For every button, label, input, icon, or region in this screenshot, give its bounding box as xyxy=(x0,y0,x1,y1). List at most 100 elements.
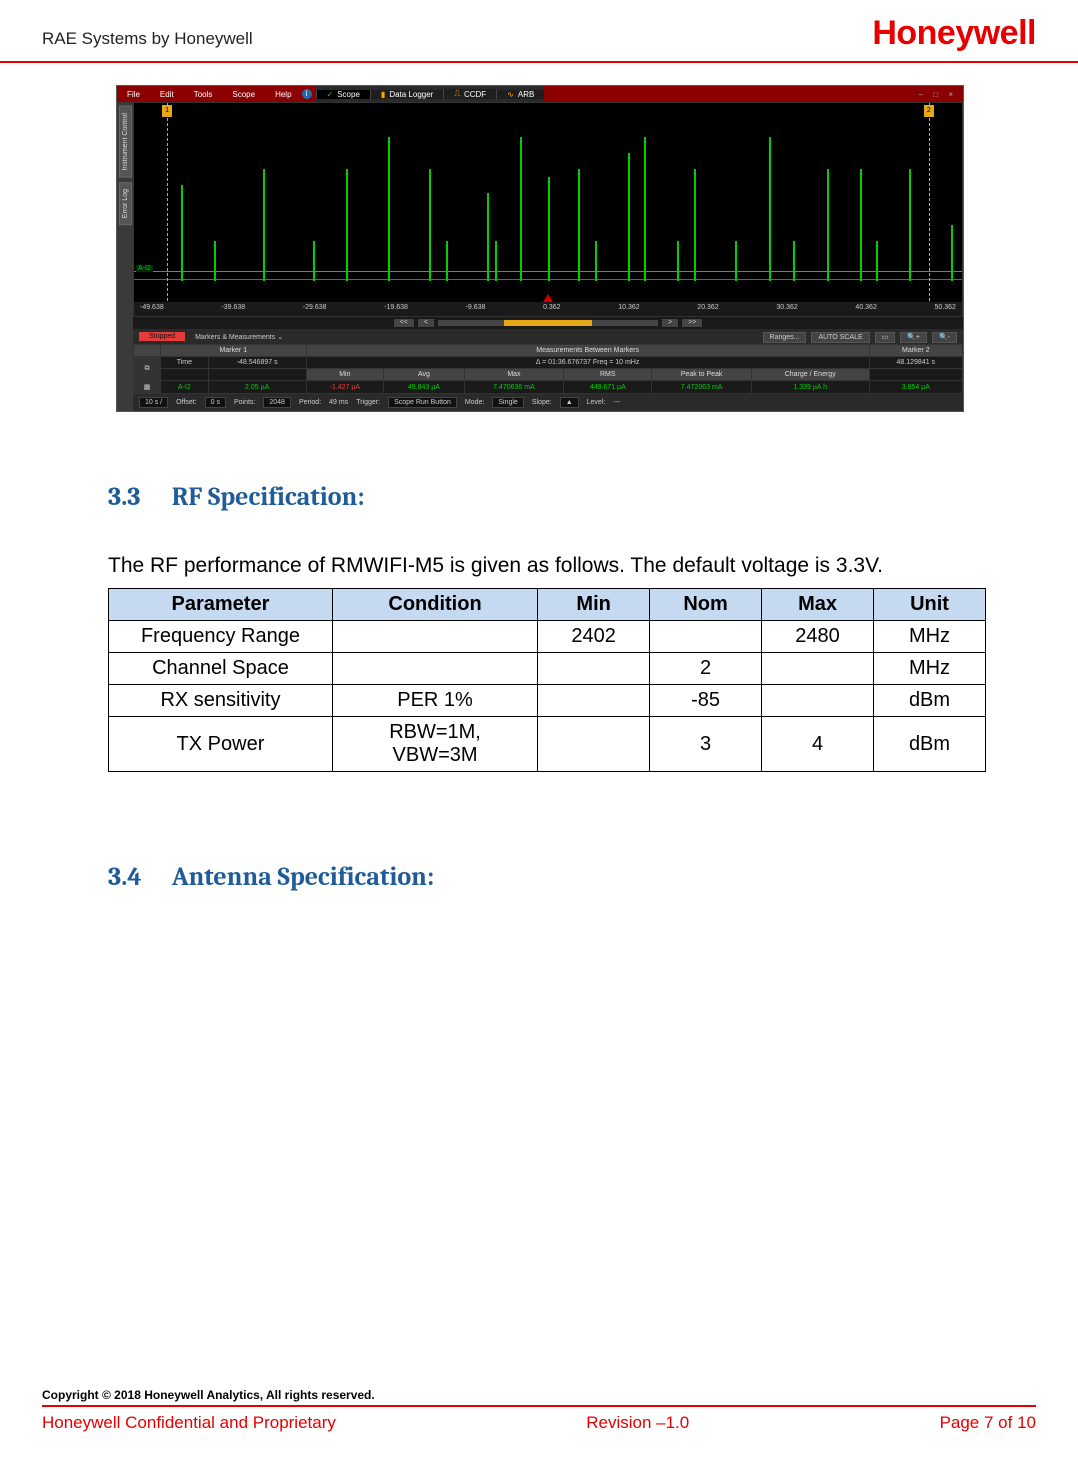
table-row: Frequency Range24022480MHz xyxy=(109,621,986,653)
transport-forward[interactable]: >> xyxy=(682,319,702,327)
zoom-in-icon[interactable]: 🔍+ xyxy=(900,332,927,343)
zoom-out-icon[interactable]: 🔍- xyxy=(932,332,957,343)
header-left-text: RAE Systems by Honeywell xyxy=(42,29,253,53)
rf-cell-unit: MHz xyxy=(874,621,986,653)
ch-avg: 49.843 µA xyxy=(384,381,465,394)
x-tick: 30.362 xyxy=(776,304,797,314)
ranges-button[interactable]: Ranges... xyxy=(763,332,807,343)
trace-burst xyxy=(876,241,878,281)
trace-burst xyxy=(578,169,580,281)
rf-cell-max: 4 xyxy=(762,717,874,772)
transport-rewind[interactable]: << xyxy=(394,319,414,327)
window-controls[interactable]: – □ × xyxy=(913,90,963,99)
scope-screenshot: File Edit Tools Scope Help i ✓Scope ▮Dat… xyxy=(116,85,962,412)
ch-rms: 449.671 µA xyxy=(564,381,652,394)
trace-burst xyxy=(793,241,795,281)
fit-icon[interactable]: ▭ xyxy=(875,332,896,343)
section-3-3-body: The RF performance of RMWIFI-M5 is given… xyxy=(108,552,986,580)
rf-cell-unit: dBm xyxy=(874,685,986,717)
trace-burst xyxy=(827,169,829,281)
rf-cell-nom: 3 xyxy=(650,717,762,772)
menu-file[interactable]: File xyxy=(117,90,150,99)
trace-burst xyxy=(263,169,265,281)
menu-edit[interactable]: Edit xyxy=(150,90,184,99)
transport-track[interactable] xyxy=(438,320,658,326)
rf-hdr-parameter: Parameter xyxy=(109,589,333,621)
rf-hdr-condition: Condition xyxy=(332,589,537,621)
side-tab-error-log[interactable]: Error Log xyxy=(119,182,132,225)
transport-step-back[interactable]: < xyxy=(418,319,434,327)
rf-cell-param: RX sensitivity xyxy=(109,685,333,717)
footer-center: Revision –1.0 xyxy=(586,1413,689,1433)
rf-cell-cond: RBW=1M,VBW=3M xyxy=(332,717,537,772)
trace-burst xyxy=(644,137,646,281)
trace-burst xyxy=(769,137,771,281)
page-header: RAE Systems by Honeywell Honeywell xyxy=(0,0,1078,63)
trace-burst xyxy=(548,177,550,281)
trace-burst xyxy=(487,193,489,281)
x-tick: 50.362 xyxy=(934,304,955,314)
slope-field[interactable]: ▲ xyxy=(560,397,579,408)
transport-step-fwd[interactable]: > xyxy=(662,319,678,327)
side-tab-instrument-control[interactable]: Instrument Control xyxy=(119,106,132,178)
timescale-field[interactable]: 10 s / xyxy=(139,397,168,408)
cursor-2-flag[interactable]: 2 xyxy=(924,105,934,117)
section-3-3-title: RF Specification: xyxy=(172,482,365,512)
trace-burst xyxy=(446,241,448,281)
hdr-marker2: Marker 2 xyxy=(869,345,962,357)
honeywell-logo: Honeywell xyxy=(872,14,1036,52)
trace-burst xyxy=(429,169,431,281)
trace-burst xyxy=(181,185,183,281)
menu-tools[interactable]: Tools xyxy=(184,90,223,99)
tab-scope[interactable]: ✓Scope xyxy=(316,90,370,99)
trigger-field[interactable]: Scope Run Button xyxy=(388,397,457,408)
tab-ccdf-label: CCDF xyxy=(464,90,486,99)
rf-cell-max xyxy=(762,685,874,717)
trace-burst xyxy=(694,169,696,281)
markers-measurements-label[interactable]: Markers & Measurements ⌄ xyxy=(195,333,283,341)
table-row: RX sensitivityPER 1%-85dBm xyxy=(109,685,986,717)
trace-burst xyxy=(860,169,862,281)
info-icon[interactable]: i xyxy=(302,89,312,99)
points-field[interactable]: 2048 xyxy=(263,397,291,408)
rf-cell-param: TX Power xyxy=(109,717,333,772)
tab-arb-label: ARB xyxy=(518,90,534,99)
x-tick: 40.362 xyxy=(855,304,876,314)
trace-burst xyxy=(909,169,911,281)
footer-left: Honeywell Confidential and Proprietary xyxy=(42,1413,336,1433)
brand-logo: Honeywell xyxy=(872,14,1036,53)
rf-cell-max: 2480 xyxy=(762,621,874,653)
cursor-1-flag[interactable]: 1 xyxy=(162,105,172,117)
section-3-4-title: Antenna Specification: xyxy=(172,862,434,892)
offset-field[interactable]: 0 s xyxy=(205,397,226,408)
marker-handle-icon[interactable]: ▦ xyxy=(144,384,151,391)
footer-right: Page 7 of 10 xyxy=(940,1413,1036,1433)
ch-m1: 2.05 µA xyxy=(208,381,306,394)
trace-burst xyxy=(388,137,390,281)
x-tick: 10.362 xyxy=(618,304,639,314)
scope-plot[interactable]: A-I2 1 2 -49.638-39.638-29.638-19.638-9.… xyxy=(133,102,963,317)
page-footer: Copyright © 2018 Honeywell Analytics, Al… xyxy=(42,1388,1036,1433)
trigger-marker-icon xyxy=(543,294,553,302)
tab-arb[interactable]: ∿ARB xyxy=(496,90,544,99)
rf-cell-nom xyxy=(650,621,762,653)
tab-data-logger[interactable]: ▮Data Logger xyxy=(370,90,443,99)
x-tick: -39.638 xyxy=(221,304,245,314)
rf-cell-unit: MHz xyxy=(874,653,986,685)
scope-menubar: File Edit Tools Scope Help i ✓Scope ▮Dat… xyxy=(117,86,963,102)
copyright-text: Copyright © 2018 Honeywell Analytics, Al… xyxy=(42,1388,1036,1407)
menu-scope[interactable]: Scope xyxy=(222,90,265,99)
autoscale-button[interactable]: AUTO SCALE xyxy=(811,332,869,343)
tab-data-logger-label: Data Logger xyxy=(389,90,433,99)
trace-bars xyxy=(134,111,962,281)
mode-field[interactable]: Single xyxy=(492,397,523,408)
trace-burst xyxy=(313,241,315,281)
rf-cell-unit: dBm xyxy=(874,717,986,772)
trace-burst xyxy=(214,241,216,281)
menu-help[interactable]: Help xyxy=(265,90,301,99)
cursor-1-line[interactable] xyxy=(167,103,168,316)
marker-tool-icon[interactable]: ⧉ xyxy=(145,365,150,372)
ch-m2: 3.854 µA xyxy=(869,381,962,394)
cursor-2-line[interactable] xyxy=(929,103,930,316)
tab-ccdf[interactable]: ⎍CCDF xyxy=(443,89,496,99)
